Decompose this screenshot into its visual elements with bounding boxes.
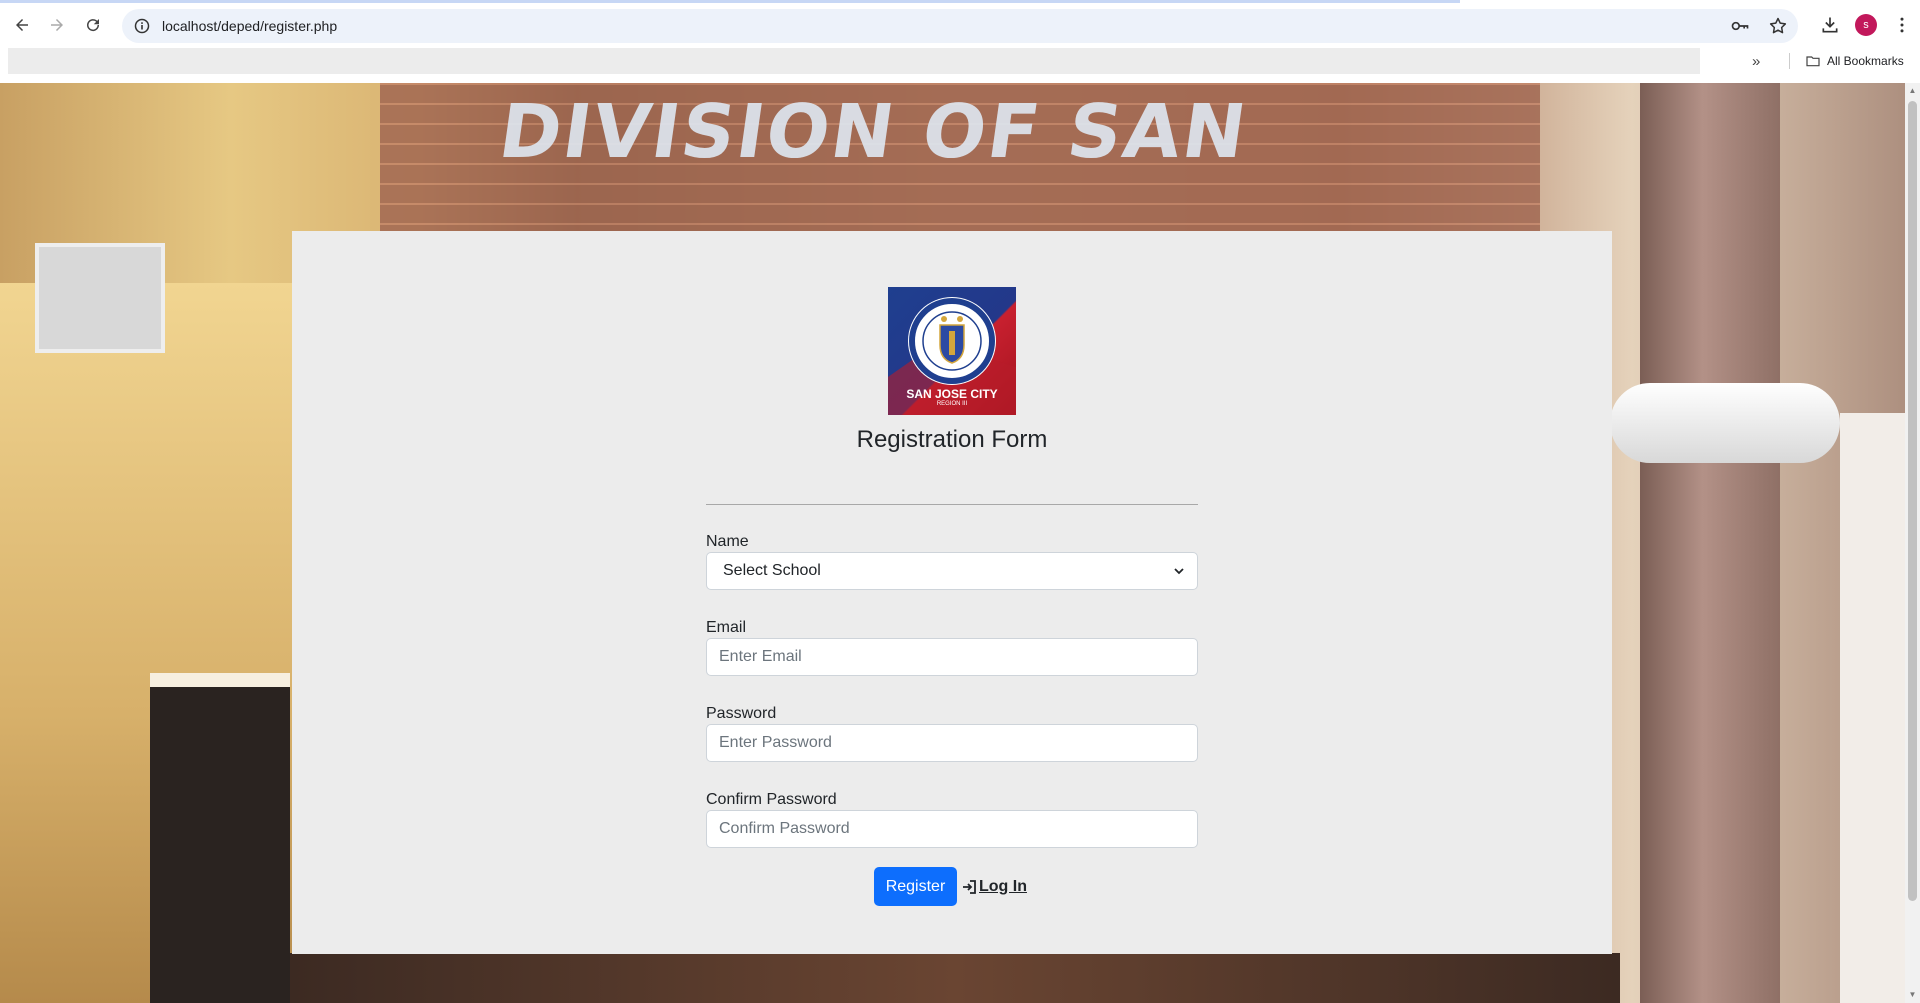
arrow-left-icon <box>16 19 28 31</box>
page-scrollbar[interactable]: ▲ ▼ <box>1905 83 1920 1003</box>
menu-button[interactable] <box>1884 6 1920 44</box>
bookmarks-divider <box>1789 53 1790 69</box>
password-field: Password Enter Password <box>706 705 1198 762</box>
confirm-password-input[interactable]: Confirm Password <box>706 810 1198 848</box>
avatar: s <box>1855 14 1877 36</box>
back-button[interactable] <box>5 6 39 44</box>
page-viewport: DIVISION OF SAN SAN JOSE CITY REGION III… <box>0 83 1920 1003</box>
browser-toolbar: localhost/deped/register.php s <box>0 6 1920 44</box>
loading-progress-bar <box>0 0 1460 3</box>
password-placeholder: Enter Password <box>719 734 832 751</box>
email-label: Email <box>706 619 747 636</box>
address-bar[interactable]: localhost/deped/register.php <box>122 9 1798 43</box>
reload-icon <box>87 19 100 32</box>
bookmarks-strip <box>8 48 1700 74</box>
sign-in-icon <box>963 879 976 894</box>
school-select-value: Select School <box>723 562 821 579</box>
logo-city-text: SAN JOSE CITY <box>906 387 998 401</box>
email-field: Email Enter Email <box>706 619 1198 676</box>
pillar <box>1640 83 1780 1003</box>
ground-strip <box>290 953 1620 1003</box>
confirm-password-placeholder: Confirm Password <box>719 820 850 837</box>
bookmarks-bar: » All Bookmarks <box>0 48 1920 76</box>
bookmark-star-icon[interactable] <box>1768 16 1788 36</box>
email-input[interactable]: Enter Email <box>706 638 1198 676</box>
deped-logo: SAN JOSE CITY REGION III <box>888 287 1016 415</box>
password-label: Password <box>706 705 777 722</box>
browser-chrome: localhost/deped/register.php s » All Boo… <box>0 0 1920 83</box>
form-title: Registration Form <box>856 426 1048 453</box>
chevron-down-icon <box>1174 568 1184 575</box>
name-field: Name Select School <box>706 533 1198 590</box>
login-label: Log In <box>979 877 1027 895</box>
bookmarks-overflow-icon[interactable]: » <box>1752 48 1760 74</box>
form-actions: Register Log In <box>874 867 1027 906</box>
building-window <box>150 673 290 1003</box>
kebab-menu-icon <box>1900 17 1904 33</box>
form-divider <box>706 504 1198 505</box>
name-label: Name <box>706 533 749 550</box>
logo-region-text: REGION III <box>936 401 968 407</box>
folder-icon <box>1806 56 1820 67</box>
confirm-password-field: Confirm Password Confirm Password <box>706 791 1198 848</box>
scrollbar-thumb[interactable] <box>1908 101 1917 901</box>
url-text: localhost/deped/register.php <box>162 18 338 34</box>
reload-button[interactable] <box>76 6 110 44</box>
email-placeholder: Enter Email <box>719 648 802 665</box>
download-icon <box>1822 17 1838 33</box>
all-bookmarks-label: All Bookmarks <box>1827 54 1904 68</box>
register-button[interactable]: Register <box>874 867 957 906</box>
site-info-icon[interactable] <box>134 18 150 34</box>
login-link[interactable]: Log In <box>961 878 1027 896</box>
building-sign-text: DIVISION OF SAN <box>493 89 1253 175</box>
profile-button[interactable]: s <box>1848 6 1884 44</box>
scroll-up-icon[interactable]: ▲ <box>1908 86 1917 96</box>
all-bookmarks-button[interactable]: All Bookmarks <box>1805 48 1904 74</box>
downloads-button[interactable] <box>1812 6 1848 44</box>
registration-card: SAN JOSE CITY REGION III Registration Fo… <box>292 231 1612 954</box>
school-select[interactable]: Select School <box>706 552 1198 590</box>
pillar-capital <box>1610 383 1840 463</box>
confirm-password-label: Confirm Password <box>706 791 837 808</box>
scroll-down-icon[interactable]: ▼ <box>1908 990 1917 1000</box>
air-conditioner <box>35 243 165 353</box>
arrow-right-icon <box>51 19 63 31</box>
password-key-icon[interactable] <box>1730 16 1750 36</box>
forward-button[interactable] <box>40 6 74 44</box>
password-input[interactable]: Enter Password <box>706 724 1198 762</box>
